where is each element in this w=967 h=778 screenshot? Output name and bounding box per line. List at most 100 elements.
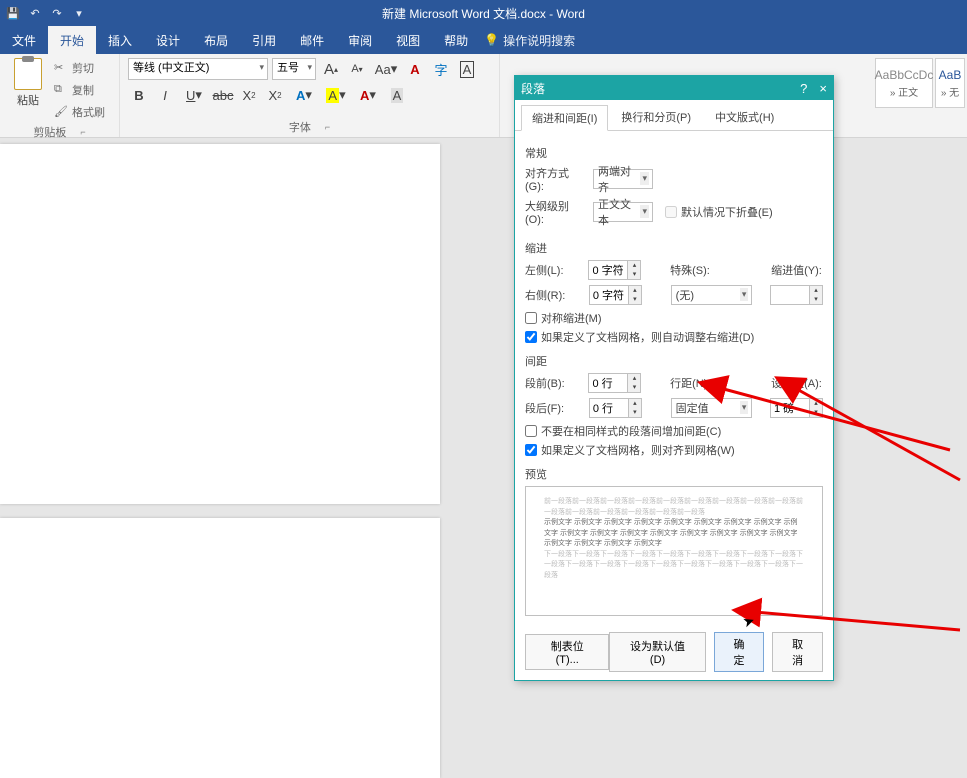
- paste-button[interactable]: 粘贴: [8, 58, 48, 122]
- line-spacing-select[interactable]: 固定值: [671, 398, 753, 418]
- dialog-help-icon[interactable]: ?: [800, 81, 807, 96]
- format-painter-button[interactable]: 🖌格式刷: [54, 102, 105, 122]
- change-case-button[interactable]: Aa▾: [372, 58, 400, 80]
- redo-icon[interactable]: ↷: [50, 6, 64, 20]
- style-normal[interactable]: AaBbCcDc » 正文: [875, 58, 933, 108]
- tab-design[interactable]: 设计: [144, 26, 192, 54]
- dialog-tabs: 缩进和间距(I) 换行和分页(P) 中文版式(H): [515, 100, 833, 131]
- title-bar: 💾 ↶ ↷ ▾ 新建 Microsoft Word 文档.docx - Word: [0, 0, 967, 26]
- font-size-select[interactable]: 五号: [272, 58, 316, 80]
- indent-right-spinner[interactable]: ▴▾: [589, 285, 642, 305]
- font-launcher-icon[interactable]: ⌐: [325, 122, 330, 132]
- indent-left-label: 左侧(L):: [525, 262, 582, 278]
- shrink-font-button[interactable]: A▾: [346, 58, 368, 80]
- page[interactable]: [0, 144, 440, 504]
- cut-button[interactable]: ✂剪切: [54, 58, 105, 78]
- style-nospacing[interactable]: AaB » 无: [935, 58, 965, 108]
- qat-dropdown-icon[interactable]: ▾: [72, 6, 86, 20]
- spacing-at-spinner[interactable]: ▴▾: [770, 398, 823, 418]
- superscript-button[interactable]: X2: [264, 84, 286, 106]
- copy-button[interactable]: ⧉复制: [54, 80, 105, 100]
- space-after-label: 段后(F):: [525, 400, 583, 416]
- dialog-tab-chinese[interactable]: 中文版式(H): [704, 104, 785, 130]
- align-select[interactable]: 两端对齐: [593, 169, 653, 189]
- clipboard-launcher-icon[interactable]: ⌐: [80, 127, 85, 137]
- save-icon[interactable]: 💾: [6, 6, 20, 20]
- spin-up-icon[interactable]: ▴: [628, 374, 640, 383]
- tab-insert[interactable]: 插入: [96, 26, 144, 54]
- outline-select[interactable]: 正文文本: [593, 202, 653, 222]
- space-before-spinner[interactable]: ▴▾: [588, 373, 641, 393]
- spin-up-icon[interactable]: ▴: [628, 261, 640, 270]
- set-default-button[interactable]: 设为默认值(D): [609, 632, 705, 672]
- char-shading-button[interactable]: A: [386, 84, 408, 106]
- copy-icon: ⧉: [54, 83, 68, 97]
- spin-down-icon[interactable]: ▾: [628, 270, 640, 279]
- tab-file[interactable]: 文件: [0, 26, 48, 54]
- line-spacing-label: 行距(N):: [670, 375, 722, 391]
- ok-button[interactable]: 确定: [714, 632, 765, 672]
- phonetic-guide-button[interactable]: 字: [430, 58, 452, 80]
- dialog-close-icon[interactable]: ×: [819, 81, 827, 96]
- autogrid-indent-checkbox[interactable]: 如果定义了文档网格，则自动调整右缩进(D): [525, 329, 823, 345]
- tab-home[interactable]: 开始: [48, 26, 96, 54]
- spin-down-icon[interactable]: ▾: [629, 408, 641, 417]
- preview-faint-before: 前一段落前一段落前一段落前一段落前一段落前一段落前一段落前一段落前一段落前一段落…: [544, 497, 804, 518]
- text-effects-button[interactable]: A▾: [290, 84, 318, 106]
- tab-help[interactable]: 帮助: [432, 26, 480, 54]
- tab-layout[interactable]: 布局: [192, 26, 240, 54]
- grow-font-button[interactable]: A▴: [320, 58, 342, 80]
- spin-up-icon[interactable]: ▴: [629, 399, 641, 408]
- tell-me-label: 操作说明搜索: [503, 32, 575, 49]
- spin-down-icon[interactable]: ▾: [810, 295, 822, 304]
- tell-me[interactable]: 💡 操作说明搜索: [484, 32, 575, 49]
- preview-faint-after: 下一段落下一段落下一段落下一段落下一段落下一段落下一段落下一段落下一段落下一段落…: [544, 550, 804, 582]
- spin-down-icon[interactable]: ▾: [810, 408, 822, 417]
- dialog-tab-indent[interactable]: 缩进和间距(I): [521, 105, 608, 131]
- spin-down-icon[interactable]: ▾: [629, 295, 641, 304]
- lightbulb-icon: 💡: [484, 33, 499, 47]
- dialog-titlebar[interactable]: 段落 ? ×: [515, 76, 833, 100]
- undo-icon[interactable]: ↶: [28, 6, 42, 20]
- special-select[interactable]: (无): [671, 285, 753, 305]
- indent-by-spinner[interactable]: ▴▾: [770, 285, 823, 305]
- noadd-spacing-checkbox[interactable]: 不要在相同样式的段落间增加间距(C): [525, 423, 823, 439]
- clear-format-button[interactable]: A: [404, 58, 426, 80]
- bold-button[interactable]: B: [128, 84, 150, 106]
- mirror-indent-checkbox[interactable]: 对称缩进(M): [525, 310, 823, 326]
- dialog-body: 常规 对齐方式(G): 两端对齐 大纲级别(O): 正文文本 默认情况下折叠(E…: [515, 131, 833, 624]
- strike-button[interactable]: abc: [212, 84, 234, 106]
- align-label: 对齐方式(G):: [525, 165, 587, 193]
- collapse-checkbox[interactable]: 默认情况下折叠(E): [665, 204, 773, 220]
- highlight-button[interactable]: A▾: [322, 84, 350, 106]
- space-after-spinner[interactable]: ▴▾: [589, 398, 642, 418]
- page[interactable]: [0, 518, 440, 778]
- scissors-icon: ✂: [54, 61, 68, 75]
- brush-icon: 🖌: [54, 105, 68, 119]
- tab-mail[interactable]: 邮件: [288, 26, 336, 54]
- tab-references[interactable]: 引用: [240, 26, 288, 54]
- group-font: 等线 (中文正文) 五号 A▴ A▾ Aa▾ A 字 A B I U ▾ abc…: [120, 54, 500, 137]
- italic-button[interactable]: I: [154, 84, 176, 106]
- section-general-label: 常规: [525, 145, 823, 161]
- cancel-button[interactable]: 取消: [772, 632, 823, 672]
- dialog-tab-page[interactable]: 换行和分页(P): [610, 104, 702, 130]
- indent-left-spinner[interactable]: ▴▾: [588, 260, 641, 280]
- tabs-button[interactable]: 制表位(T)...: [525, 634, 609, 670]
- tab-review[interactable]: 审阅: [336, 26, 384, 54]
- spin-down-icon[interactable]: ▾: [628, 383, 640, 392]
- outline-label: 大纲级别(O):: [525, 198, 587, 226]
- special-label: 特殊(S):: [670, 262, 722, 278]
- quick-access-toolbar: 💾 ↶ ↷ ▾: [0, 6, 86, 20]
- underline-button[interactable]: U ▾: [180, 84, 208, 106]
- spin-up-icon[interactable]: ▴: [810, 286, 822, 295]
- font-name-select[interactable]: 等线 (中文正文): [128, 58, 268, 80]
- tab-view[interactable]: 视图: [384, 26, 432, 54]
- spin-up-icon[interactable]: ▴: [810, 399, 822, 408]
- snapgrid-checkbox[interactable]: 如果定义了文档网格，则对齐到网格(W): [525, 442, 823, 458]
- subscript-button[interactable]: X2: [238, 84, 260, 106]
- char-border-button[interactable]: A: [456, 58, 478, 80]
- section-indent-label: 缩进: [525, 240, 823, 256]
- font-color-button[interactable]: A▾: [354, 84, 382, 106]
- spin-up-icon[interactable]: ▴: [629, 286, 641, 295]
